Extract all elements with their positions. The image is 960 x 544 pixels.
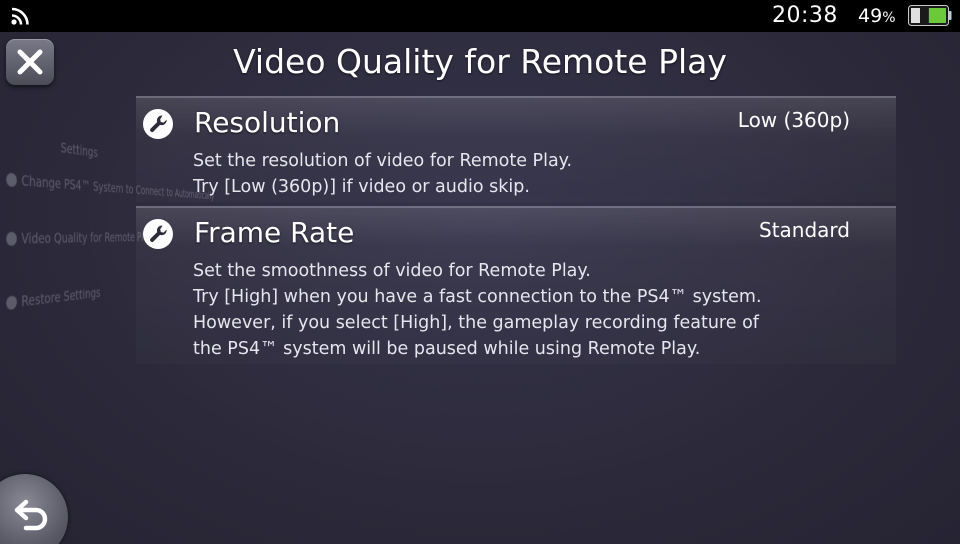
wifi-icon (10, 6, 34, 26)
wrench-icon (142, 108, 174, 140)
background-settings-menu: Settings Change PS4™ System to Connect t… (0, 109, 121, 352)
battery-percent-unit: % (882, 10, 895, 26)
setting-description: Set the resolution of video for Remote P… (193, 148, 893, 200)
description-line: the PS4™ system will be paused while usi… (193, 336, 893, 362)
description-line: Try [High] when you have a fast connecti… (193, 284, 893, 310)
ghost-item-icon (6, 295, 17, 310)
back-button[interactable] (0, 474, 68, 544)
ghost-menu-item: Video Quality for Remote Play (6, 230, 152, 248)
description-line: Try [Low (360p)] if video or audio skip. (193, 174, 893, 200)
battery-percent-value: 49 (858, 5, 882, 27)
setting-row-frame-rate[interactable]: Frame Rate Standard Set the smoothness o… (136, 206, 896, 364)
setting-value: Standard (759, 218, 850, 242)
clock: 20:38 (772, 3, 838, 28)
screen: 20:38 49% Settings Change PS4™ System to… (0, 0, 960, 544)
ghost-menu-heading: Settings (61, 139, 98, 160)
setting-row-resolution[interactable]: Resolution Low (360p) Set the resolution… (136, 96, 896, 202)
status-bar: 20:38 49% (0, 0, 960, 32)
setting-title: Frame Rate (194, 216, 354, 249)
battery-percent: 49% (858, 5, 896, 27)
back-arrow-icon (14, 496, 52, 534)
description-line: However, if you select [High], the gamep… (193, 310, 893, 336)
ghost-menu-item: Restore Settings (6, 285, 100, 312)
page-title: Video Quality for Remote Play (0, 42, 960, 81)
setting-value: Low (360p) (738, 108, 850, 132)
setting-description: Set the smoothness of video for Remote P… (193, 258, 893, 362)
wrench-icon (142, 218, 174, 250)
ghost-item-icon (6, 173, 17, 188)
battery-icon (908, 5, 952, 26)
setting-title: Resolution (194, 106, 340, 139)
description-line: Set the smoothness of video for Remote P… (193, 258, 893, 284)
description-line: Set the resolution of video for Remote P… (193, 148, 893, 174)
ghost-item-icon (6, 232, 17, 246)
battery-fill (929, 8, 946, 23)
